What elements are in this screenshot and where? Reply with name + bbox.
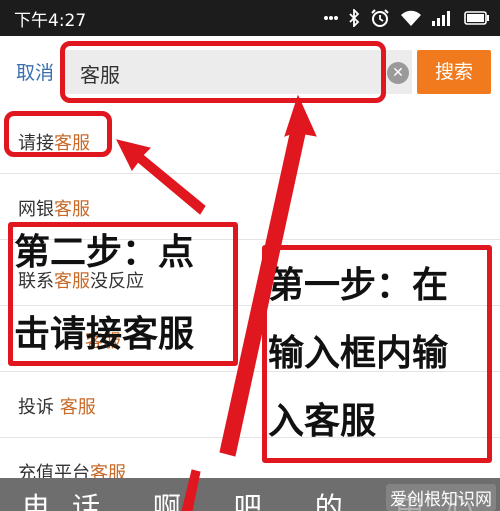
search-button[interactable]: 搜索: [417, 50, 491, 94]
step2-annotation-text: 第二步：点 击请接客服: [14, 228, 194, 360]
battery-icon: [464, 11, 490, 25]
bluetooth-icon: [348, 9, 360, 27]
watermark: 爱创根知识网: [386, 484, 496, 511]
step1-line-2: 输入框内输: [268, 333, 449, 374]
step2-line-1: 第二步：点: [14, 232, 195, 273]
step1-annotation-text: 第一步：在 输入框内输 入客服: [268, 252, 448, 456]
step2-line-2: 击请接客服: [14, 314, 195, 355]
alarm-icon: [370, 8, 390, 28]
status-icons: [324, 5, 490, 31]
step1-line-1: 第一步：在: [268, 265, 449, 306]
status-time: 下午4:27: [14, 11, 87, 31]
dots-icon: [324, 15, 338, 21]
wifi-icon: [400, 9, 422, 27]
suggestion-label: 投诉 客服: [18, 397, 96, 418]
status-bar: 下午4:27: [0, 0, 500, 36]
suggestion-label: 网银客服: [18, 199, 90, 220]
cancel-button[interactable]: 取消: [16, 58, 54, 85]
step1-line-3: 入客服: [268, 401, 377, 442]
suggestion-highlight-box: [4, 111, 112, 157]
clear-icon[interactable]: ✕: [387, 62, 409, 84]
signal-icon: [432, 10, 454, 26]
search-input-highlight-box: [60, 41, 386, 103]
